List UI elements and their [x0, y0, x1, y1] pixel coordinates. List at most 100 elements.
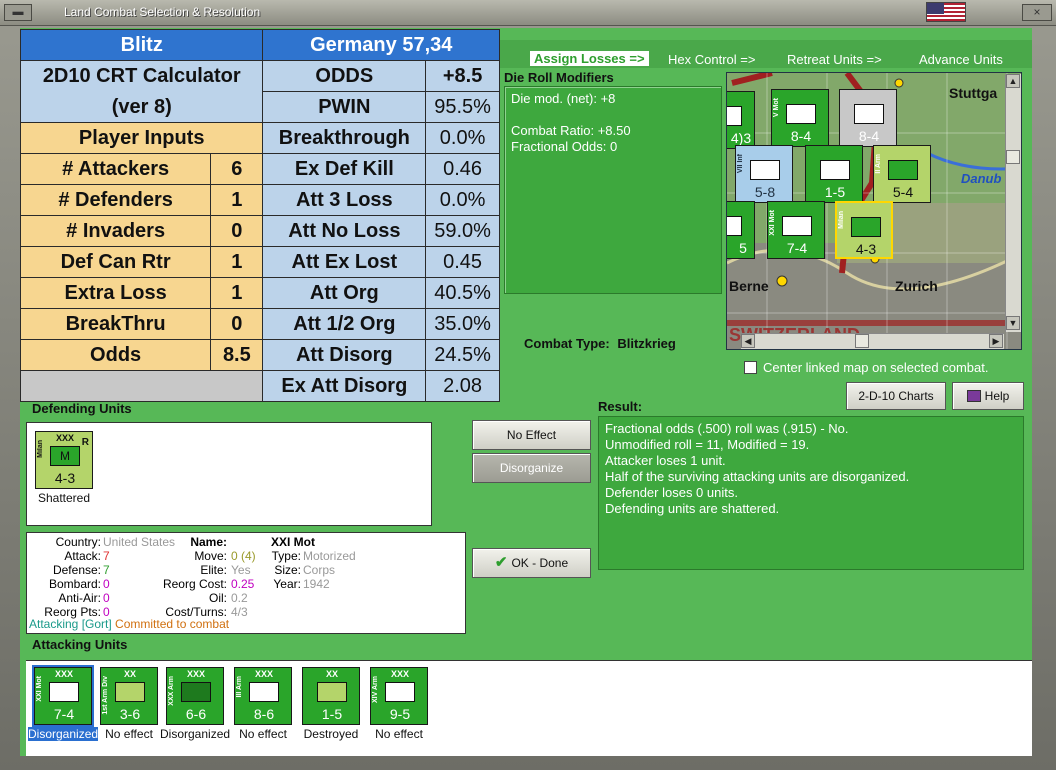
antiair-label: Anti-Air:: [58, 591, 101, 605]
info-labels-col1: Country: Attack: Defense: Bombard: Anti-…: [44, 535, 101, 619]
input-value[interactable]: 0: [210, 308, 264, 340]
defending-status: Shattered: [37, 491, 91, 505]
title-bar[interactable]: ▬ Land Combat Selection & Resolution ×: [0, 0, 1056, 26]
crt-result-label: Ex Att Disorg: [262, 370, 427, 402]
elite-label: Elite:: [200, 563, 227, 577]
combat-ratio-line: Combat Ratio: +8.50: [511, 123, 631, 138]
linked-map[interactable]: Stuttga Danub Berne Zurich SWITZERLAND 4…: [726, 72, 1022, 350]
map-horizontal-scrollbar[interactable]: ◀ ▶: [741, 333, 1004, 349]
attacking-counter[interactable]: XXX XXI Mot 7-4: [32, 665, 94, 727]
scroll-thumb[interactable]: [855, 334, 869, 348]
map-counter[interactable]: V Mot 8-4: [771, 89, 829, 147]
disorganize-label: Disorganize: [499, 461, 564, 475]
counter-size: XXX: [254, 669, 273, 679]
attacking-status: Disorganized: [160, 727, 231, 741]
scroll-right-icon[interactable]: ▶: [989, 334, 1003, 348]
armor-icon: [115, 682, 145, 702]
counter-strength: 8-6: [253, 706, 275, 722]
attacking-status: Destroyed: [303, 727, 359, 741]
result-line: Defender loses 0 units.: [605, 485, 738, 500]
counter-side: VII Inf: [737, 154, 744, 174]
input-value[interactable]: 0: [210, 215, 264, 247]
map-counter[interactable]: 5: [727, 201, 755, 259]
crt-result-label: Att No Loss: [262, 215, 427, 247]
phase-tab-bar: Assign Losses => Hex Control => Retreat …: [500, 40, 1032, 68]
tab-hex-control[interactable]: Hex Control =>: [668, 52, 755, 67]
book-icon: [966, 390, 981, 402]
tab-assign-losses[interactable]: Assign Losses =>: [530, 51, 649, 66]
input-label: Odds: [19, 339, 212, 371]
defending-counter[interactable]: XXX R Milan M 4-3: [35, 431, 93, 489]
attacking-counter[interactable]: XX 1st Arm Div 3-6: [100, 667, 158, 725]
scroll-left-icon[interactable]: ◀: [741, 334, 755, 348]
crt-result-label: PWIN: [262, 91, 427, 123]
input-value[interactable]: 1: [210, 184, 264, 216]
map-counter[interactable]: XXI Mot 7-4: [767, 201, 825, 259]
map-counter[interactable]: 1-5: [805, 145, 863, 203]
unit-info-panel: Country: Attack: Defense: Bombard: Anti-…: [26, 532, 466, 634]
crt-result-value: 2.08: [425, 370, 500, 402]
help-button[interactable]: Help: [952, 382, 1024, 410]
attacking-counter[interactable]: XX 1-5: [302, 667, 360, 725]
map-counter[interactable]: VII Inf 5-8: [735, 145, 793, 203]
crt-empty-cell: [19, 370, 264, 402]
die-roll-title: Die Roll Modifiers: [504, 70, 614, 85]
tab-retreat-units[interactable]: Retreat Units =>: [787, 52, 882, 67]
system-menu-button[interactable]: ▬: [4, 4, 32, 21]
attacking-counter[interactable]: XXX III Arm 8-6: [234, 667, 292, 725]
crt-result-value: 0.0%: [425, 122, 500, 154]
crt-result-label: ODDS: [262, 60, 427, 92]
crt-result-value: 40.5%: [425, 277, 500, 309]
charts-button[interactable]: 2-D-10 Charts: [846, 382, 946, 410]
die-roll-panel: Die mod. (net): +8 Combat Ratio: +8.50 F…: [504, 86, 722, 294]
window-title: Land Combat Selection & Resolution: [64, 5, 261, 19]
armor-icon: [249, 682, 279, 702]
motorized-icon: M: [50, 446, 80, 466]
move-label: Move:: [194, 549, 227, 563]
tab-advance-units[interactable]: Advance Units: [919, 52, 1003, 67]
counter-side: XXI Mot: [36, 676, 43, 702]
ok-done-button[interactable]: ✔ OK - Done: [472, 548, 591, 578]
map-vertical-scrollbar[interactable]: ▲ ▼: [1005, 74, 1021, 332]
map-counter[interactable]: Milan 4-3: [835, 201, 893, 259]
close-button[interactable]: ×: [1022, 4, 1052, 21]
infantry-icon: [750, 160, 780, 180]
crt-result-value: 59.0%: [425, 215, 500, 247]
scroll-thumb[interactable]: [1006, 150, 1020, 164]
elite-value: Yes: [231, 563, 251, 577]
input-value[interactable]: 1: [210, 277, 264, 309]
input-value[interactable]: 8.5: [210, 339, 264, 371]
scroll-up-icon[interactable]: ▲: [1006, 74, 1020, 88]
input-value[interactable]: 1: [210, 246, 264, 278]
oil-value: 0.2: [231, 591, 248, 605]
infantry-icon: [820, 160, 850, 180]
no-effect-button[interactable]: No Effect: [472, 420, 591, 450]
attacking-counter[interactable]: XXX XIV Arm 9-5: [370, 667, 428, 725]
center-link-checkbox[interactable]: Center linked map on selected combat.: [744, 360, 988, 375]
counter-side: XIV Arm: [372, 676, 379, 703]
crt-result-label: Att Org: [262, 277, 427, 309]
counter-strength: 5-4: [892, 184, 914, 200]
crt-calc-title: 2D10 CRT Calculator (ver 8): [19, 60, 264, 123]
counter-strength: 4-3: [855, 241, 877, 257]
disorganize-button[interactable]: Disorganize: [472, 453, 591, 483]
counter-size: XXX: [186, 669, 205, 679]
result-line: Half of the surviving attacking units ar…: [605, 469, 910, 484]
size-label: Size:: [274, 563, 301, 577]
type-label: Type:: [271, 549, 301, 563]
map-counter[interactable]: II Arm 5-4: [873, 145, 931, 203]
help-button-label: Help: [984, 389, 1010, 403]
info-values-col2: 0 (4) Yes 0.25 0.2 4/3: [231, 535, 256, 619]
combat-type-label: Combat Type:: [524, 336, 610, 351]
checkbox-icon[interactable]: [744, 361, 757, 374]
counter-letter: M: [60, 449, 70, 463]
map-counter[interactable]: 4)3: [727, 91, 755, 149]
crt-result-label: Ex Def Kill: [262, 153, 427, 185]
input-value[interactable]: 6: [210, 153, 264, 185]
scroll-down-icon[interactable]: ▼: [1006, 316, 1020, 330]
map-counter[interactable]: 8-4: [839, 89, 897, 147]
result-line: Unmodified roll = 11, Modified = 19.: [605, 437, 810, 452]
attacking-counter[interactable]: XXX XXX Arm 6-6: [166, 667, 224, 725]
year-value: 1942: [303, 577, 330, 591]
counter-size: XXX: [390, 669, 409, 679]
